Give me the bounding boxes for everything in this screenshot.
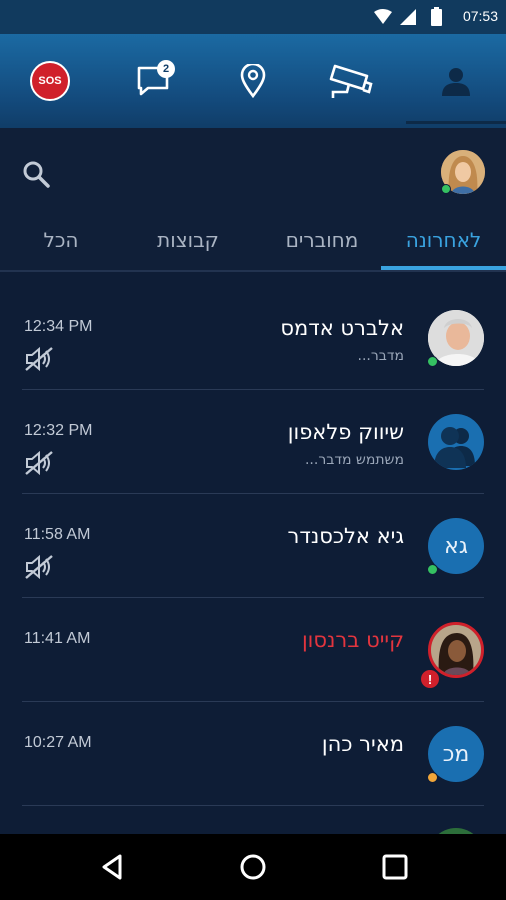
search-icon[interactable] (22, 160, 50, 188)
tab-recent[interactable]: לאחרונה (381, 210, 506, 270)
app-root: 07:53 SOS 2 לאחרונה מחוברים קבוצות הכל א… (0, 0, 506, 900)
tab-online[interactable]: מחוברים (262, 210, 382, 270)
conversation-row[interactable]: ! קייט ברנסון 11:41 AM (0, 598, 506, 702)
contact-name: גיא אלכסנדר (287, 524, 405, 548)
contact-avatar (428, 414, 484, 470)
conversation-row-partial[interactable] (0, 806, 506, 834)
contact-name: שיווק פלאפון (287, 420, 404, 444)
contact-photo (431, 625, 481, 675)
tab-bar: לאחרונה מחוברים קבוצות הכל (0, 210, 506, 272)
my-presence-dot (441, 184, 451, 194)
contact-name: אלברט אדמס (280, 316, 404, 340)
muted-icon (25, 554, 53, 580)
muted-icon (25, 346, 53, 372)
conversation-row[interactable]: אלברט אדמס מדבר... 12:34 PM (0, 286, 506, 390)
sos-icon: SOS (30, 61, 70, 101)
location-button[interactable] (213, 34, 293, 128)
signal-icon (400, 9, 416, 25)
status-bar: 07:53 (0, 0, 506, 34)
message-time: 11:41 AM (24, 630, 91, 647)
typing-status: מדבר... (357, 348, 405, 364)
tab-groups[interactable]: קבוצות (128, 210, 248, 270)
message-time: 12:34 PM (24, 318, 93, 335)
profile-button[interactable] (416, 34, 496, 128)
message-time: 11:58 AM (24, 526, 91, 543)
alert-icon: ! (421, 670, 439, 688)
muted-icon (25, 450, 53, 476)
messages-badge: 2 (157, 60, 175, 78)
contact-name: קייט ברנסון (301, 628, 404, 652)
conversation-row[interactable]: שיווק פלאפון משתמש מדבר... 12:32 PM (0, 390, 506, 494)
sos-button[interactable]: SOS (10, 34, 90, 128)
top-toolbar: SOS 2 (0, 34, 506, 128)
contact-avatar (428, 622, 484, 678)
messages-button[interactable]: 2 (113, 34, 193, 128)
home-icon[interactable] (238, 852, 268, 882)
tab-all[interactable]: הכל (6, 210, 116, 270)
location-pin-icon (240, 64, 266, 98)
system-nav-bar (0, 834, 506, 900)
message-time: 12:32 PM (24, 422, 93, 439)
presence-dot (427, 564, 438, 575)
presence-dot (427, 772, 438, 783)
conversation-row[interactable]: מכ מאיר כהן 10:27 AM (0, 702, 506, 806)
group-icon (434, 427, 475, 468)
conversation-row[interactable]: גא גיא אלכסנדר 11:58 AM (0, 494, 506, 598)
tab-divider (0, 270, 506, 272)
search-row (0, 128, 506, 218)
presence-dot (427, 356, 438, 367)
security-camera-icon (329, 64, 373, 98)
person-icon (442, 68, 470, 96)
typing-status: משתמש מדבר... (304, 452, 404, 468)
contact-name: מאיר כהן (321, 732, 404, 756)
wifi-icon (374, 9, 392, 24)
clock: 07:53 (462, 8, 498, 24)
battery-icon (431, 7, 442, 26)
back-icon[interactable] (98, 852, 128, 882)
camera-button[interactable] (310, 34, 390, 128)
toolbar-active-indicator (406, 121, 506, 124)
message-time: 10:27 AM (24, 734, 92, 751)
recents-icon[interactable] (380, 852, 410, 882)
